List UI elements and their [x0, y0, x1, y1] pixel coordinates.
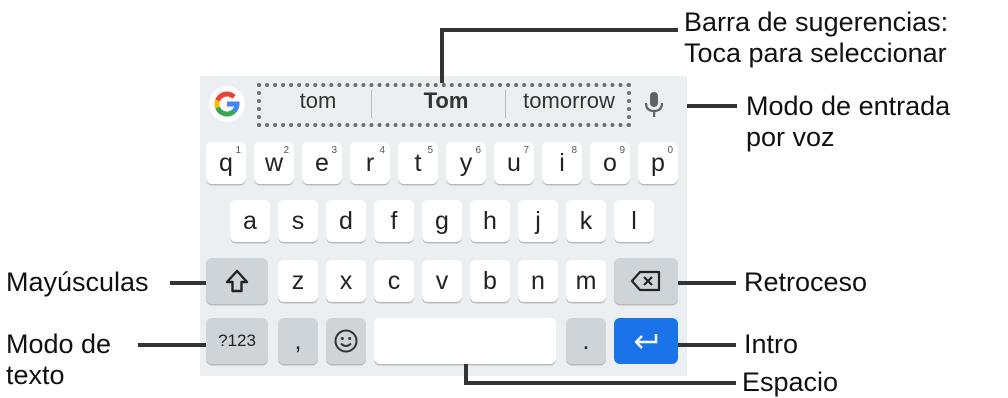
emoji-key[interactable]	[326, 318, 366, 364]
key-label: p	[651, 148, 665, 177]
space-callout-line	[464, 381, 736, 385]
key-f[interactable]: f	[374, 200, 414, 242]
key-label: o	[603, 148, 617, 177]
suggestion-callout-line	[440, 28, 678, 32]
key-d[interactable]: d	[326, 200, 366, 242]
key-i[interactable]: i8	[542, 142, 582, 184]
space-key[interactable]	[374, 318, 556, 364]
key-q[interactable]: q1	[206, 142, 246, 184]
key-hint: 3	[331, 145, 337, 156]
key-label: i	[559, 148, 565, 177]
key-label: u	[507, 148, 521, 177]
voice-input-callout-line1: Modo de entrada	[746, 91, 951, 121]
suggestion-bar-callout-line2: Toca para seleccionar	[684, 38, 947, 68]
key-y[interactable]: y6	[446, 142, 486, 184]
google-g-icon[interactable]	[209, 86, 245, 122]
shift-arrow-icon	[225, 269, 249, 293]
backspace-callout-line	[678, 281, 736, 285]
text-mode-callout-line1: Modo de	[6, 329, 112, 359]
key-hint: 6	[475, 145, 481, 156]
key-a[interactable]: a	[230, 200, 270, 242]
key-l[interactable]: l	[614, 200, 654, 242]
key-hint: 9	[619, 145, 625, 156]
microphone-icon[interactable]	[642, 90, 666, 120]
keyboard: tom Tom tomorrow q1 w2 e3 r4 t5 y6 u7 i8…	[200, 76, 687, 376]
period-key[interactable]: .	[566, 318, 606, 364]
emoji-smiley-icon	[334, 329, 358, 353]
suggestion-left[interactable]: tom	[268, 88, 368, 114]
enter-key[interactable]	[614, 318, 678, 364]
suggestion-divider	[371, 90, 372, 118]
shift-callout: Mayúsculas	[6, 267, 149, 297]
suggestion-right[interactable]: tomorrow	[510, 88, 628, 114]
key-n[interactable]: n	[518, 260, 558, 302]
key-hint: 1	[235, 145, 241, 156]
key-e[interactable]: e3	[302, 142, 342, 184]
key-s[interactable]: s	[278, 200, 318, 242]
key-hint: 2	[283, 145, 289, 156]
key-z[interactable]: z	[278, 260, 318, 302]
backspace-icon	[630, 270, 661, 292]
key-t[interactable]: t5	[398, 142, 438, 184]
suggestion-bar-callout-line1: Barra de sugerencias:	[684, 7, 949, 37]
symbols-key[interactable]: ?123	[206, 318, 268, 364]
key-p[interactable]: p0	[638, 142, 678, 184]
key-b[interactable]: b	[470, 260, 510, 302]
backspace-callout: Retroceso	[744, 267, 868, 297]
key-r[interactable]: r4	[350, 142, 390, 184]
key-v[interactable]: v	[422, 260, 462, 302]
key-m[interactable]: m	[566, 260, 606, 302]
key-c[interactable]: c	[374, 260, 414, 302]
key-hint: 8	[571, 145, 577, 156]
enter-arrow-icon	[634, 334, 658, 349]
key-k[interactable]: k	[566, 200, 606, 242]
key-hint: 4	[379, 145, 385, 156]
key-g[interactable]: g	[422, 200, 462, 242]
key-label: y	[459, 148, 473, 177]
key-hint: 0	[667, 145, 673, 156]
key-hint: 5	[427, 145, 433, 156]
space-callout: Espacio	[742, 367, 839, 397]
voice-input-callout-line2: por voz	[746, 122, 835, 152]
suggestion-callout-line	[440, 28, 444, 83]
voice-callout-line	[687, 104, 737, 108]
backspace-key[interactable]	[614, 258, 678, 304]
key-o[interactable]: o9	[590, 142, 630, 184]
suggestion-divider	[505, 90, 506, 118]
enter-callout-line	[678, 343, 736, 347]
enter-callout: Intro	[744, 329, 799, 359]
key-h[interactable]: h	[470, 200, 510, 242]
shift-key[interactable]	[206, 258, 268, 304]
key-w[interactable]: w2	[254, 142, 294, 184]
key-label: t	[414, 148, 422, 177]
text-mode-callout-line	[138, 343, 206, 347]
key-j[interactable]: j	[518, 200, 558, 242]
key-u[interactable]: u7	[494, 142, 534, 184]
key-label: q	[219, 148, 233, 177]
key-label: w	[264, 148, 284, 177]
suggestion-center[interactable]: Tom	[390, 88, 502, 114]
key-x[interactable]: x	[326, 260, 366, 302]
shift-callout-line	[170, 281, 206, 285]
key-hint: 7	[523, 145, 529, 156]
key-label: r	[365, 148, 375, 177]
text-mode-callout-line2: texto	[6, 360, 65, 390]
key-label: e	[315, 148, 329, 177]
comma-key[interactable]: ,	[278, 318, 318, 364]
